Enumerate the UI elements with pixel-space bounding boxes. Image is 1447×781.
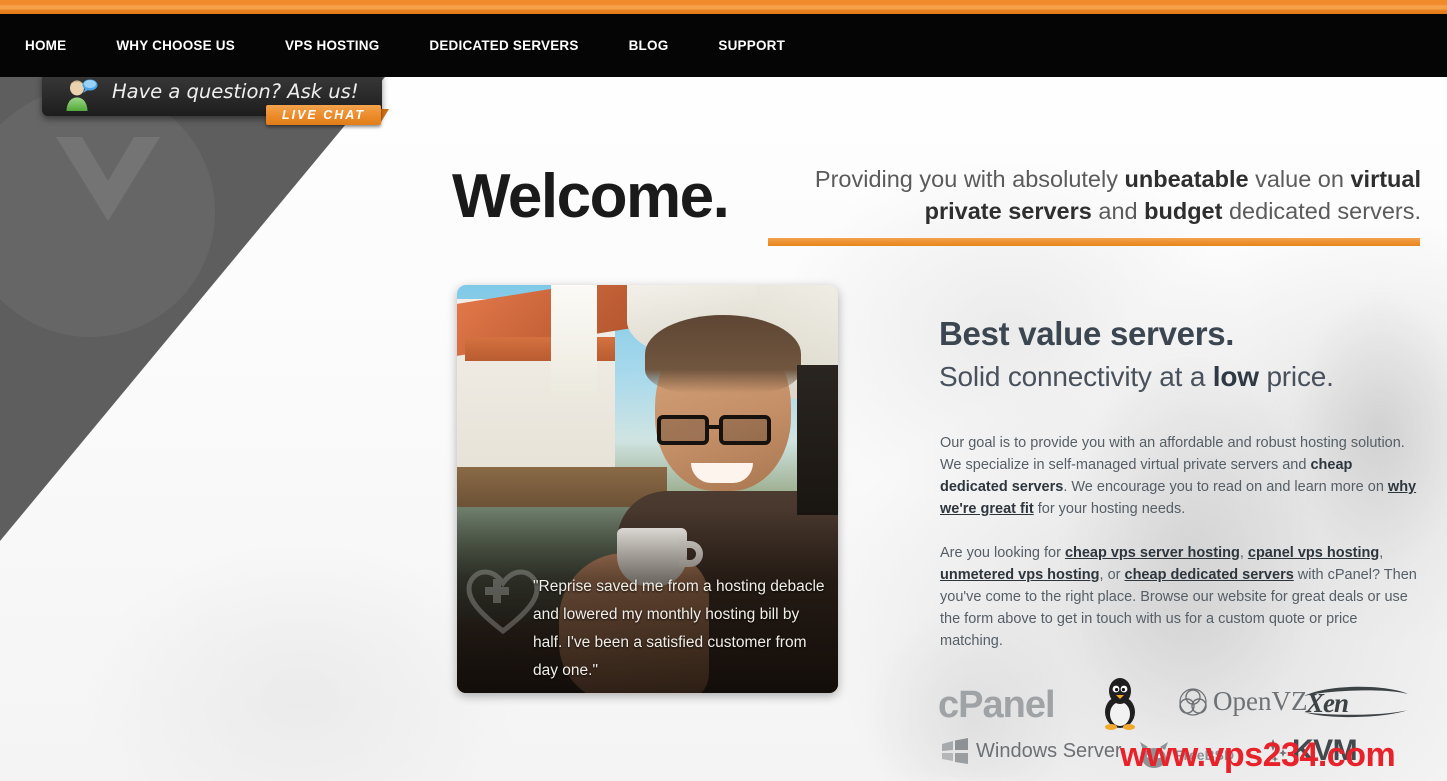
sidebar-item-why-choose-us[interactable]: WHY CHOOSE US — [91, 14, 260, 77]
p2-seg-3: , — [1239, 545, 1248, 561]
sidebar-item-dedicated-servers[interactable]: DEDICATED SERVERS — [404, 14, 603, 77]
tagline-seg-3: value on — [1248, 166, 1351, 192]
tagline-seg-6: budget — [1144, 198, 1223, 224]
openvz-logo: OpenVZ — [1178, 686, 1307, 717]
p2-seg-5: , — [1379, 545, 1384, 561]
xen-logo: Xen — [1304, 686, 1408, 719]
live-chat-button[interactable]: LIVE CHAT — [266, 105, 381, 125]
openvz-triquetra-icon — [1179, 687, 1207, 716]
chevron-watermark-icon — [56, 137, 160, 221]
subheading-seg-2: low — [1212, 361, 1259, 392]
sidebar-item-vps-hosting[interactable]: VPS HOSTING — [260, 14, 404, 77]
sidebar-item-support[interactable]: SUPPORT — [693, 14, 810, 77]
section-subheading: Solid connectivity at a low price. — [939, 361, 1334, 393]
p2-seg-1: Are you looking for — [940, 545, 1065, 561]
live-chat-prompt: Have a question? Ask us! — [112, 80, 359, 103]
sidebar-item-home[interactable]: HOME — [0, 14, 91, 77]
live-chat-button-tip — [381, 109, 389, 122]
link-cpanel-vps-hosting[interactable]: cpanel vps hosting — [1248, 545, 1379, 561]
site-watermark: www.vps234.com — [1120, 736, 1396, 774]
sidebar-item-blog[interactable]: BLOG — [604, 14, 694, 77]
windows-flag-icon — [942, 738, 968, 764]
person-with-chat-bubble-icon — [66, 79, 98, 111]
tagline-seg-1: Providing you with absolutely — [814, 166, 1125, 192]
body-paragraph-2: Are you looking for cheap vps server hos… — [940, 542, 1423, 652]
tagline-seg-2: unbeatable — [1124, 166, 1249, 192]
linux-logo — [1098, 676, 1142, 730]
p2-seg-7: , or — [1099, 567, 1125, 583]
section-heading: Best value servers. — [939, 315, 1235, 352]
testimonial-photo-card: "Reprise saved me from a hosting debacle… — [457, 285, 838, 693]
page-title: Welcome. — [452, 162, 730, 231]
top-accent-bar — [0, 0, 1447, 14]
subheading-seg-1: Solid connectivity at a — [939, 361, 1213, 392]
hero-divider-rule — [768, 238, 1420, 246]
tagline-seg-7: dedicated servers. — [1222, 198, 1421, 224]
cpanel-logo-text: cPanel — [938, 684, 1056, 726]
openvz-logo-text: OpenVZ — [1213, 686, 1308, 716]
tagline-seg-5: and — [1091, 198, 1145, 224]
subheading-seg-3: price. — [1258, 361, 1334, 392]
cpanel-logo: cPanel — [938, 684, 1056, 727]
heart-plus-icon — [466, 569, 540, 635]
hero-tagline: Providing you with absolutely unbeatable… — [766, 163, 1421, 227]
windows-server-logo: Windows Server — [940, 738, 1122, 764]
windows-server-logo-text: Windows Server — [976, 739, 1122, 762]
testimonial-quote: "Reprise saved me from a hosting debacle… — [533, 578, 825, 679]
link-unmetered-vps-hosting[interactable]: unmetered vps hosting — [940, 567, 1100, 583]
live-chat-widget[interactable]: Have a question? Ask us! LIVE CHAT — [42, 72, 389, 125]
linux-tux-penguin-icon — [1105, 678, 1135, 730]
link-cheap-dedicated-servers[interactable]: cheap dedicated servers — [1125, 567, 1294, 583]
p1-seg-3: . We encourage you to read on and learn … — [1063, 479, 1388, 495]
xen-logo-text: Xen — [1306, 688, 1349, 718]
p1-seg-5: for your hosting needs. — [1033, 501, 1186, 517]
nav-links: HOME WHY CHOOSE US VPS HOSTING DEDICATED… — [0, 14, 810, 77]
link-cheap-vps-server-hosting[interactable]: cheap vps server hosting — [1065, 545, 1240, 561]
body-paragraph-1: Our goal is to provide you with an affor… — [940, 432, 1423, 520]
main-navigation-bar: HOME WHY CHOOSE US VPS HOSTING DEDICATED… — [0, 14, 1447, 77]
